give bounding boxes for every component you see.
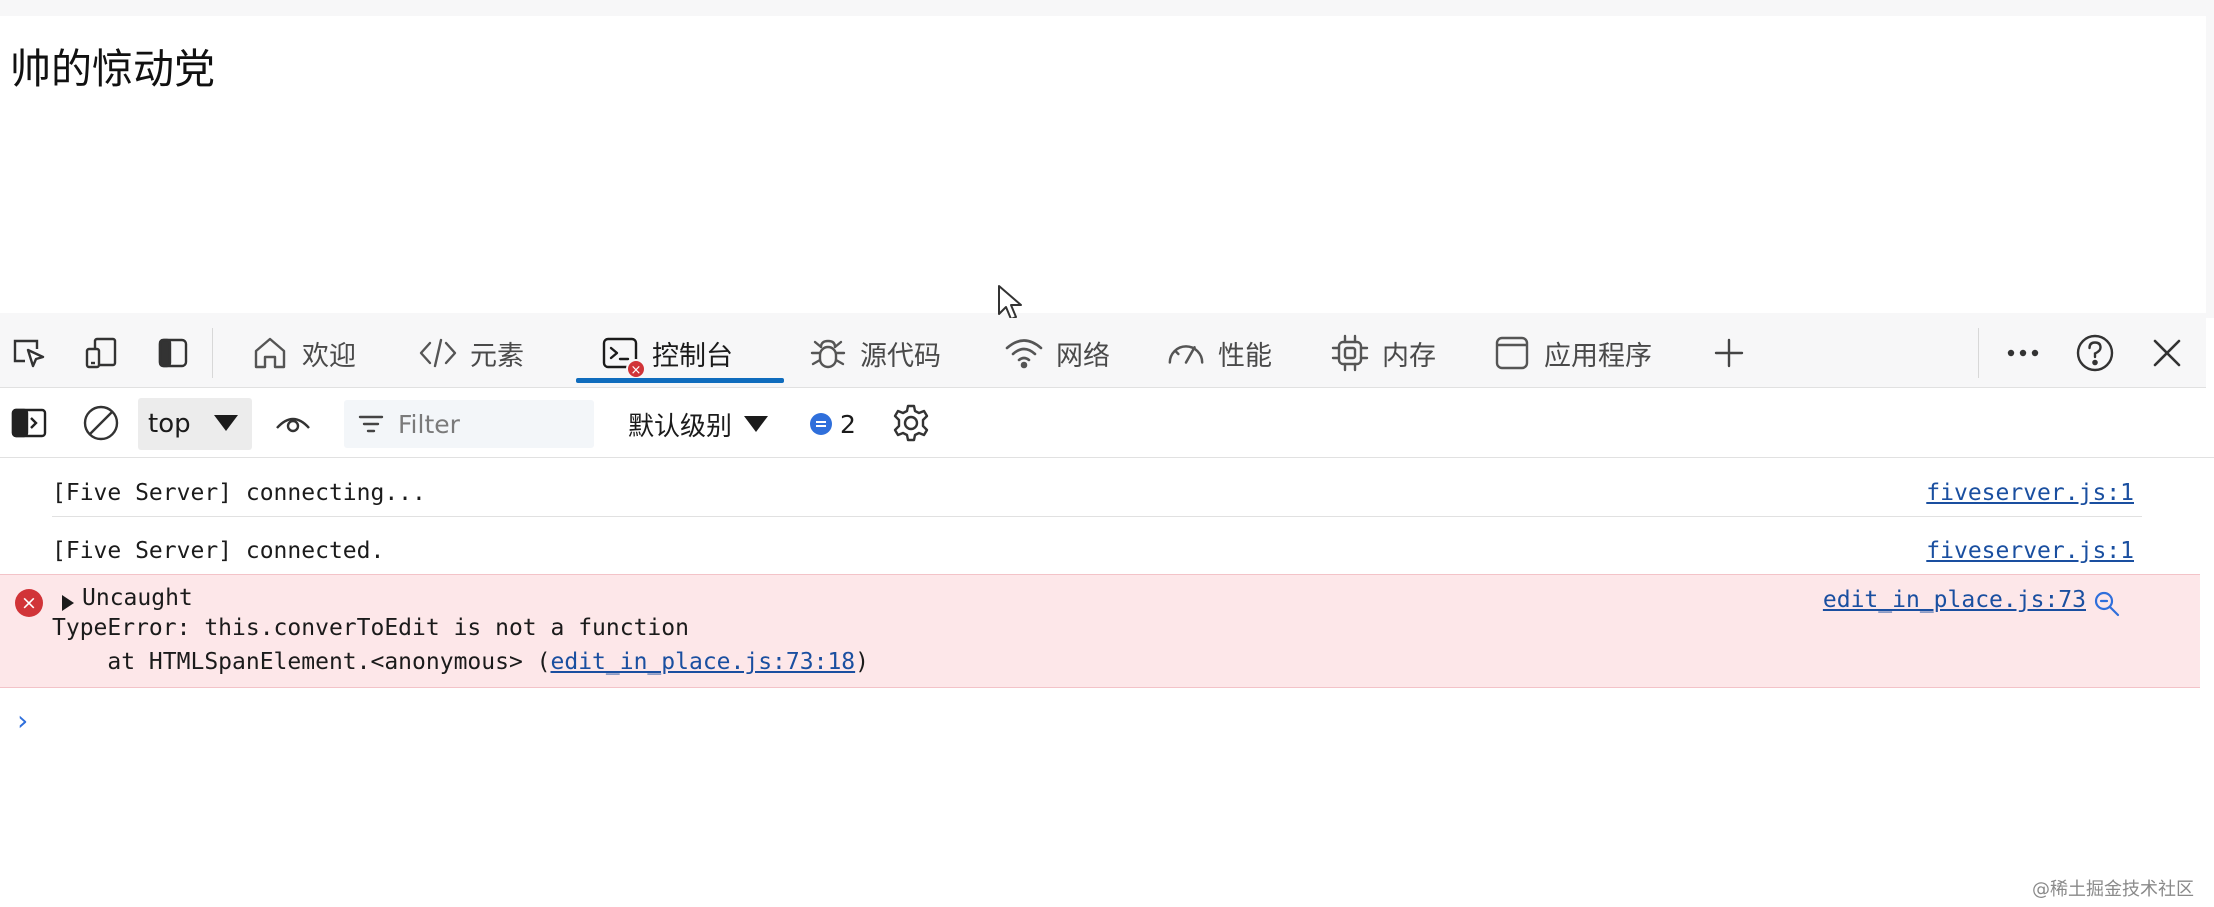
console-error-badge: × <box>626 359 646 379</box>
tab-sources[interactable]: 源代码 <box>808 318 941 388</box>
issues-count: 2 <box>840 409 856 439</box>
context-value: top <box>148 409 191 439</box>
issues-message-icon <box>810 413 832 435</box>
inspect-element-icon[interactable] <box>6 330 52 376</box>
tab-network[interactable]: 网络 <box>1004 318 1110 388</box>
console-prompt[interactable]: › <box>14 704 31 737</box>
message-source-link[interactable]: fiveserver.js:1 <box>1926 480 2134 506</box>
dock-side-icon[interactable] <box>150 330 196 376</box>
console-error-message: × Uncaught TypeError: this.converToEdit … <box>0 574 2200 688</box>
chip-icon <box>1330 333 1370 373</box>
message-text: [Five Server] connected. <box>52 538 385 564</box>
tab-elements[interactable]: 元素 <box>418 318 524 388</box>
stack-source-link[interactable]: edit_in_place.js:73:18 <box>551 649 856 675</box>
close-icon[interactable] <box>2144 330 2190 376</box>
filter-box <box>344 400 594 448</box>
tab-performance-label: 性能 <box>1218 340 1272 372</box>
expand-triangle-icon[interactable] <box>62 595 74 611</box>
search-issue-icon[interactable] <box>2092 589 2122 619</box>
chevron-down-icon <box>744 416 769 432</box>
home-icon <box>250 333 290 373</box>
live-expression-eye-icon[interactable] <box>270 400 316 446</box>
tabbar-divider-right <box>1978 328 1979 378</box>
issues-counter[interactable]: 2 <box>810 402 856 446</box>
code-icon <box>418 333 458 373</box>
chevron-down-icon <box>214 415 238 431</box>
tab-memory[interactable]: 内存 <box>1330 318 1436 388</box>
tab-memory-label: 内存 <box>1382 340 1436 372</box>
filter-input[interactable] <box>398 406 588 442</box>
tab-welcome[interactable]: 欢迎 <box>250 318 356 388</box>
tab-console-label: 控制台 <box>652 340 733 372</box>
console-toolbar: top 默认级别 2 <box>0 388 2214 458</box>
tab-welcome-label: 欢迎 <box>302 340 356 372</box>
devtools-tabbar: 欢迎 元素 × 控制台 源代码 网络 性能 内存 应用程序 <box>0 318 2206 388</box>
error-type-line: TypeError: this.converToEdit is not a fu… <box>52 615 689 641</box>
console-settings-gear-icon[interactable] <box>888 400 934 446</box>
add-tab-icon[interactable] <box>1706 330 1752 376</box>
help-icon[interactable] <box>2072 330 2118 376</box>
wifi-icon <box>1004 333 1044 373</box>
active-tab-indicator <box>576 378 784 383</box>
page-heading: 帅的惊动党 <box>10 45 215 93</box>
tab-application-label: 应用程序 <box>1544 340 1652 372</box>
error-source-link[interactable]: edit_in_place.js:73 <box>1823 587 2086 613</box>
message-source-link[interactable]: fiveserver.js:1 <box>1926 538 2134 564</box>
error-stack-line: at HTMLSpanElement.<anonymous> (edit_in_… <box>52 649 869 675</box>
clear-console-icon[interactable] <box>78 400 124 446</box>
more-icon[interactable] <box>2000 330 2046 376</box>
log-level-select[interactable]: 默认级别 <box>628 398 769 450</box>
devtools-panel: 欢迎 元素 × 控制台 源代码 网络 性能 内存 应用程序 top Filter… <box>0 318 2214 907</box>
tab-sources-label: 源代码 <box>860 340 941 372</box>
tab-performance[interactable]: 性能 <box>1166 318 1272 388</box>
message-text: [Five Server] connecting... <box>52 480 426 506</box>
gauge-icon <box>1166 333 1206 373</box>
error-icon: × <box>15 589 43 617</box>
stack-suffix: ) <box>855 649 869 675</box>
tab-application[interactable]: 应用程序 <box>1492 318 1652 388</box>
error-title: Uncaught <box>82 585 193 611</box>
tab-network-label: 网络 <box>1056 340 1110 372</box>
watermark: @稀土掘金技术社区 <box>2032 879 2194 900</box>
sidebar-toggle-icon[interactable] <box>6 400 52 446</box>
console-icon: × <box>600 333 646 379</box>
tab-elements-label: 元素 <box>470 340 524 372</box>
log-level-value: 默认级别 <box>628 411 733 442</box>
page-viewport: 帅的惊动党 <box>0 16 2206 313</box>
bug-icon <box>808 333 848 373</box>
context-select[interactable]: top <box>138 398 252 450</box>
tabbar-divider <box>212 328 213 378</box>
console-message: [Five Server] connecting... fiveserver.j… <box>0 458 2200 516</box>
window-icon <box>1492 333 1532 373</box>
device-emulation-icon[interactable] <box>78 330 124 376</box>
stack-prefix: at HTMLSpanElement.<anonymous> ( <box>52 649 551 675</box>
console-message: [Five Server] connected. fiveserver.js:1 <box>0 516 2200 574</box>
filter-icon <box>358 415 384 433</box>
